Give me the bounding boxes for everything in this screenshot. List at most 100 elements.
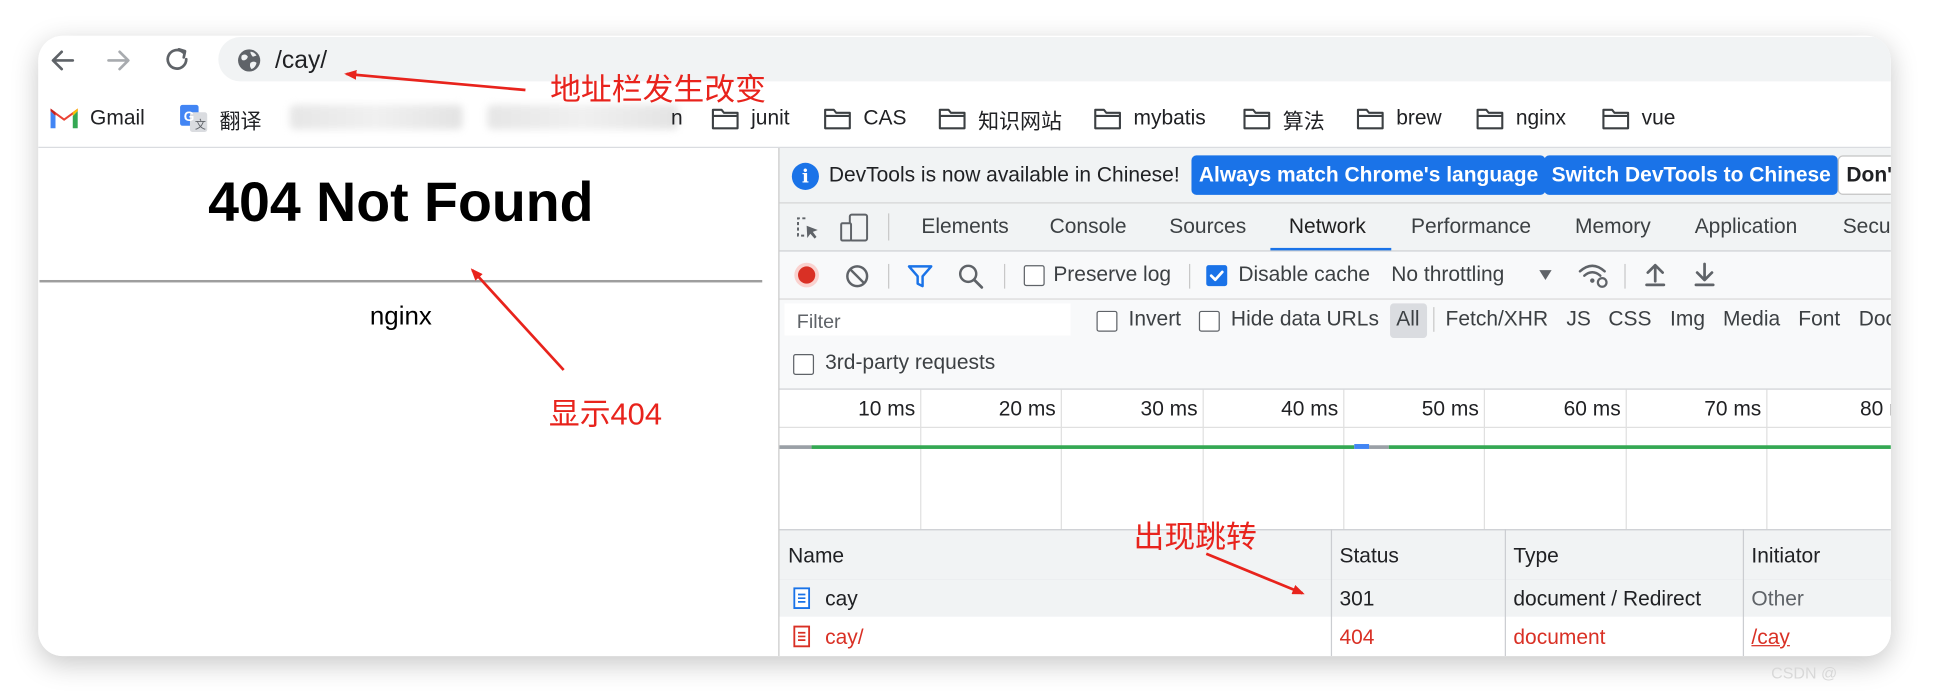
table-row[interactable]: cay 301 document / Redirect Other xyxy=(779,579,1891,617)
column-status[interactable]: Status xyxy=(1339,544,1398,569)
import-har-icon[interactable] xyxy=(1643,261,1668,288)
third-party-checkbox[interactable] xyxy=(793,353,815,375)
timeline-request-bar xyxy=(1388,445,1891,449)
request-status: 404 xyxy=(1339,625,1375,649)
document-icon xyxy=(793,587,811,609)
folder-icon xyxy=(938,108,966,130)
bookmark-gmail[interactable]: Gmail xyxy=(49,104,145,134)
back-arrow-icon[interactable] xyxy=(46,43,81,78)
filter-placeholder: Filter xyxy=(796,312,841,334)
request-status: 301 xyxy=(1339,587,1375,611)
record-icon[interactable] xyxy=(793,261,820,288)
folder-icon xyxy=(824,108,851,130)
request-type: document / Redirect xyxy=(1513,587,1702,611)
forward-arrow-icon[interactable] xyxy=(101,43,136,78)
bookmark-algorithm[interactable]: 算法 xyxy=(1242,104,1325,134)
filter-divider xyxy=(1433,307,1435,332)
filter-type-css[interactable]: CSS xyxy=(1608,307,1651,332)
bookmark-cas[interactable]: CAS xyxy=(823,104,907,134)
browser-window: /cay/ Gmail G 文 翻译 n junit CAS 知识网站 myba… xyxy=(38,35,1891,657)
network-conditions-icon[interactable] xyxy=(1576,259,1611,291)
annotation-shows-404: 显示404 xyxy=(548,397,662,432)
network-overview-timeline[interactable]: 10 ms 20 ms 30 ms 40 ms 50 ms 60 ms 70 m… xyxy=(779,389,1891,531)
info-icon: i xyxy=(791,162,819,190)
throttling-select[interactable]: No throttling xyxy=(1391,263,1504,288)
column-divider xyxy=(1504,529,1506,657)
toolbar-divider xyxy=(1003,263,1006,289)
hide-data-urls-checkbox[interactable] xyxy=(1198,310,1220,332)
invert-label: Invert xyxy=(1128,307,1182,331)
search-icon[interactable] xyxy=(957,263,984,290)
tab-elements[interactable]: Elements xyxy=(921,215,1008,240)
filter-icon[interactable] xyxy=(907,263,934,290)
dropdown-arrow-icon[interactable] xyxy=(1538,269,1553,281)
column-divider xyxy=(1742,529,1745,657)
timeline-label: 40 ms xyxy=(1281,397,1339,421)
match-language-button[interactable]: Always match Chrome's language xyxy=(1191,155,1546,195)
active-tab-indicator xyxy=(1270,247,1392,251)
preserve-log-checkbox[interactable] xyxy=(1023,265,1045,287)
tab-divider xyxy=(888,213,890,241)
folder-icon xyxy=(1356,108,1384,130)
filter-type-fetch-xhr[interactable]: Fetch/XHR xyxy=(1446,307,1549,332)
request-initiator-link[interactable]: /cay xyxy=(1751,625,1789,650)
bookmark-brew[interactable]: brew xyxy=(1356,104,1442,134)
filter-type-js[interactable]: JS xyxy=(1566,307,1590,332)
blurred-bookmark xyxy=(289,104,463,130)
toolbar-divider xyxy=(1188,263,1191,289)
document-error-icon xyxy=(793,625,811,648)
bookmark-nginx[interactable]: nginx xyxy=(1475,104,1566,134)
inspect-element-icon[interactable] xyxy=(794,215,821,242)
filter-type-media[interactable]: Media xyxy=(1723,307,1780,332)
tab-application[interactable]: Application xyxy=(1695,215,1798,240)
reload-icon[interactable] xyxy=(160,43,195,78)
disable-cache-checkbox[interactable] xyxy=(1206,265,1228,287)
bookmark-knowledge[interactable]: 知识网站 xyxy=(937,104,1062,134)
column-type[interactable]: Type xyxy=(1513,544,1558,569)
screenshot-stage: /cay/ Gmail G 文 翻译 n junit CAS 知识网站 myba… xyxy=(0,0,1934,696)
export-har-icon[interactable] xyxy=(1692,261,1717,288)
clear-icon[interactable] xyxy=(844,263,871,290)
bookmark-translate[interactable]: G 文 翻译 xyxy=(179,104,261,134)
column-name[interactable]: Name xyxy=(788,544,844,569)
tab-sources[interactable]: Sources xyxy=(1169,215,1246,240)
timeline-label: 20 ms xyxy=(998,397,1056,421)
timeline-label: 70 ms xyxy=(1704,397,1762,421)
tab-memory[interactable]: Memory xyxy=(1575,215,1651,240)
request-name[interactable]: cay/ xyxy=(825,625,863,650)
tab-network[interactable]: Network xyxy=(1289,215,1366,240)
filter-input[interactable]: Filter xyxy=(784,303,1071,336)
folder-icon xyxy=(1243,108,1271,130)
annotation-redirect: 出现跳转 xyxy=(1133,520,1257,556)
timeline-gridline xyxy=(1483,389,1486,531)
timeline-gridline xyxy=(1202,389,1204,531)
bookmark-vue[interactable]: vue xyxy=(1601,104,1675,134)
column-initiator[interactable]: Initiator xyxy=(1751,544,1820,569)
address-bar[interactable]: /cay/ xyxy=(218,37,1891,82)
table-row[interactable]: cay/ 404 document /cay xyxy=(779,617,1891,655)
timeline-label: 30 ms xyxy=(1140,397,1198,421)
invert-checkbox[interactable] xyxy=(1096,310,1118,332)
filter-type-img[interactable]: Img xyxy=(1670,307,1705,332)
google-translate-icon: G 文 xyxy=(180,104,208,132)
bookmark-label: 算法 xyxy=(1282,109,1325,133)
toolbar-divider xyxy=(1624,263,1626,289)
tab-console[interactable]: Console xyxy=(1050,215,1127,240)
filter-type-all[interactable]: All xyxy=(1396,307,1419,332)
switch-to-chinese-button[interactable]: Switch DevTools to Chinese xyxy=(1544,155,1839,195)
filter-type-doc[interactable]: Doc xyxy=(1859,307,1891,332)
page-viewport: 404 Not Found nginx xyxy=(38,148,779,657)
timeline-gridline xyxy=(920,389,922,531)
timeline-waiting-segment xyxy=(779,445,812,449)
checkmark-icon xyxy=(1209,270,1224,282)
request-name[interactable]: cay xyxy=(825,587,858,612)
filter-type-font[interactable]: Font xyxy=(1798,307,1840,332)
device-toolbar-icon[interactable] xyxy=(839,212,871,244)
folder-icon xyxy=(1094,108,1121,130)
dont-show-button[interactable]: Don't xyxy=(1837,155,1891,195)
url-text[interactable]: /cay/ xyxy=(275,47,327,75)
tab-performance[interactable]: Performance xyxy=(1411,215,1531,240)
tab-security[interactable]: Secu xyxy=(1843,215,1891,240)
bookmark-mybatis[interactable]: mybatis xyxy=(1093,104,1206,134)
globe-icon xyxy=(238,49,261,72)
